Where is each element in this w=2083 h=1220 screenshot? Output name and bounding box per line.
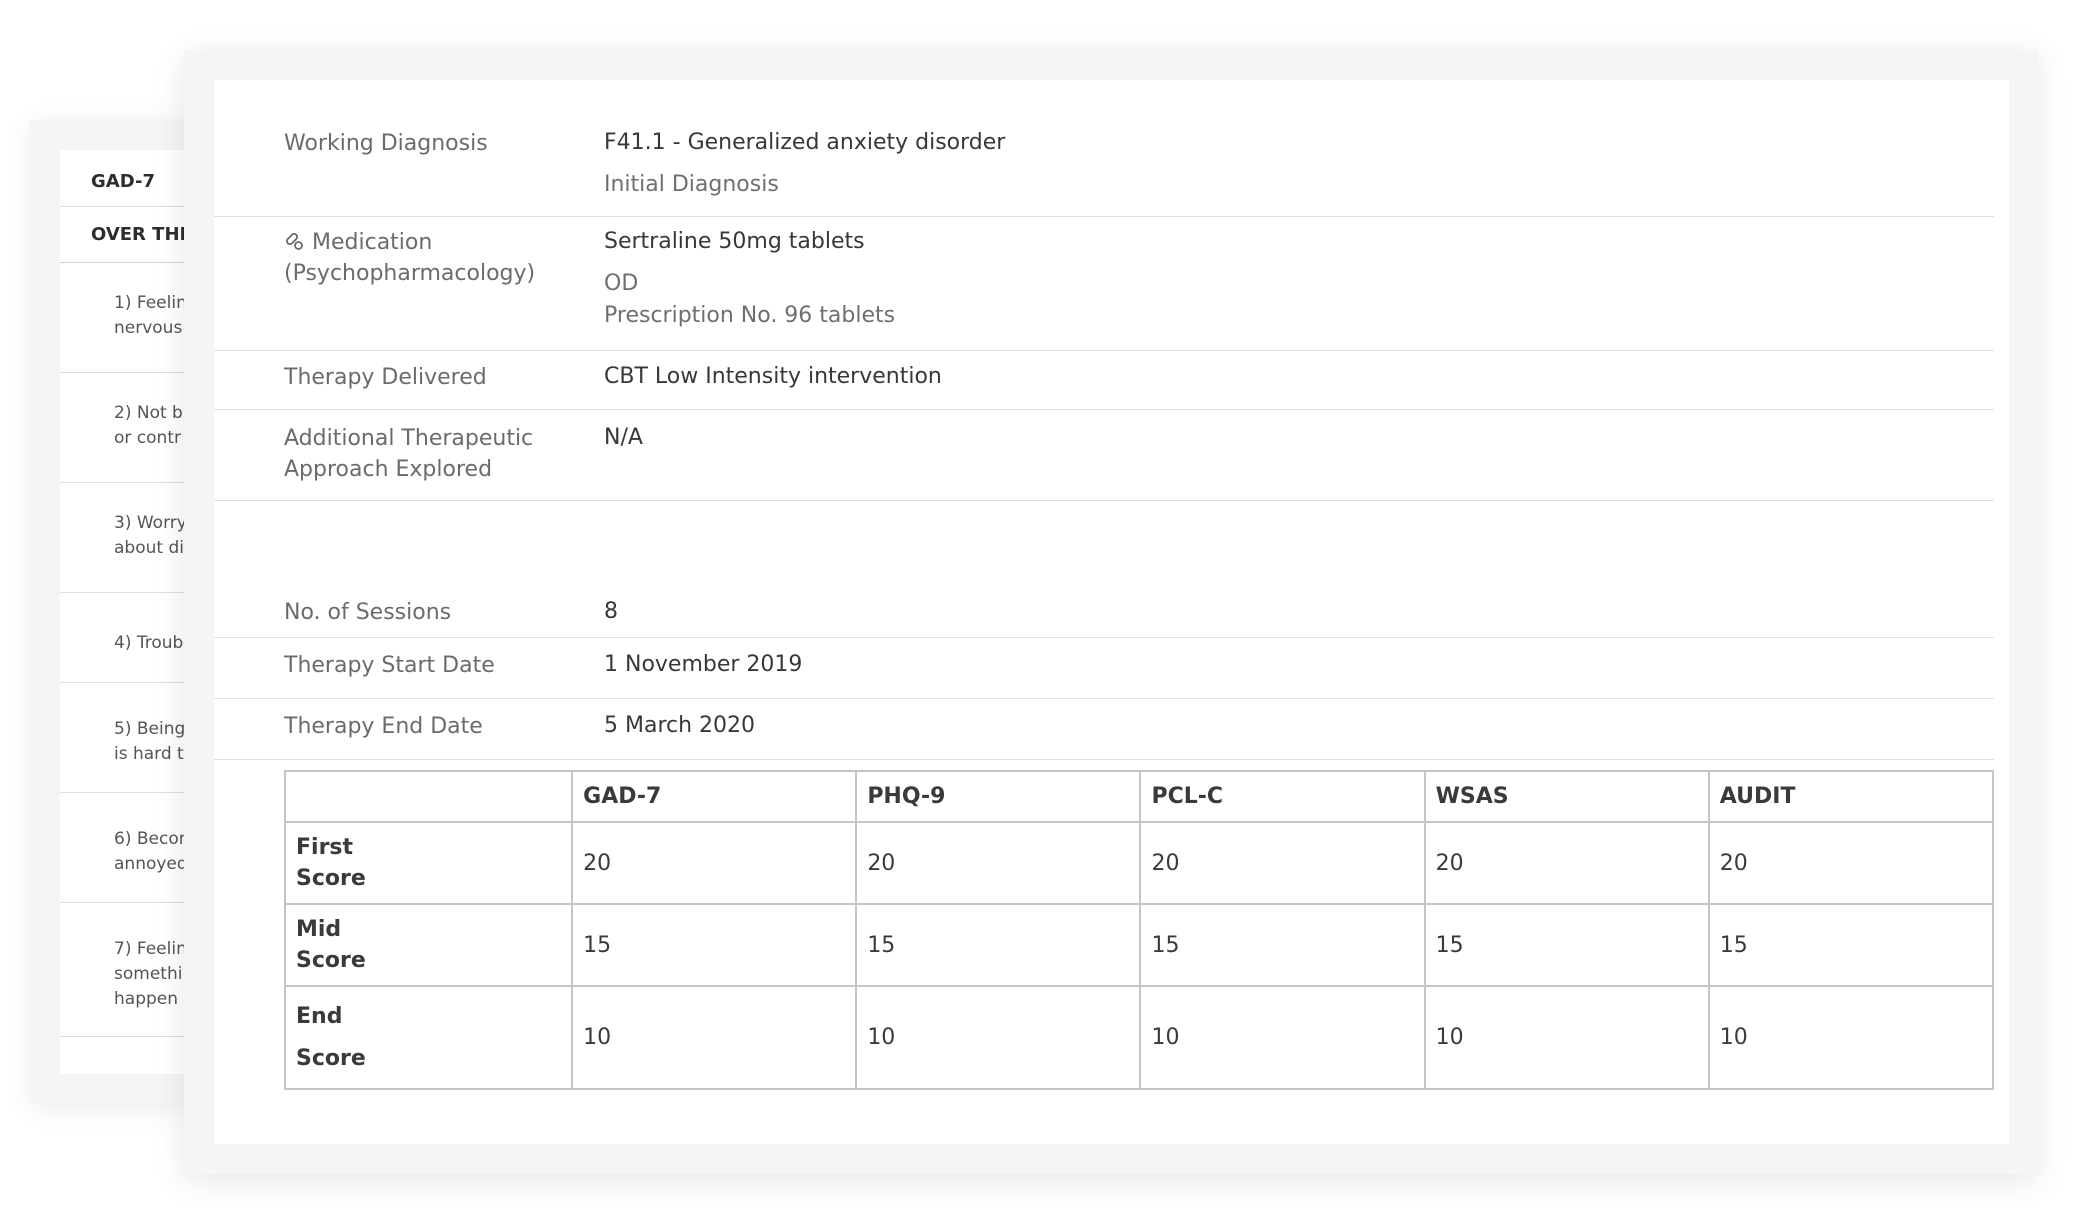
score-cell: 20 [855, 821, 1142, 905]
table-corner-cell [283, 770, 574, 823]
column-header: PCL-C [1139, 770, 1426, 823]
working-diagnosis-label: Working Diagnosis [284, 131, 488, 156]
working-diagnosis-value: F41.1 - Generalized anxiety disorder [604, 130, 1006, 155]
question-item: 7) Feelin somethi happen [60, 903, 190, 1037]
question-text: nervous [114, 318, 183, 338]
table-row: End Score 10 10 10 10 10 [283, 985, 1995, 1090]
score-cell: 15 [855, 903, 1142, 987]
medication-label-subtext: (Psychopharmacology) [284, 261, 536, 286]
additional-approach-value: N/A [604, 425, 643, 450]
therapy-summary-card: Working Diagnosis F41.1 - Generalized an… [184, 50, 2038, 1174]
question-text: 2) Not b [114, 403, 183, 423]
table-row: First Score 20 20 20 20 20 [283, 821, 1995, 905]
question-item: 1) Feelin nervous [60, 263, 190, 373]
question-text: somethi [114, 964, 183, 984]
additional-approach-label-line: Additional Therapeutic [284, 426, 534, 451]
pill-icon [285, 232, 303, 250]
row-header-text: End [296, 1003, 343, 1029]
diagnosis-note: Initial Diagnosis [604, 172, 779, 197]
column-header: AUDIT [1707, 770, 1995, 823]
column-header: WSAS [1423, 770, 1710, 823]
sessions-row: No. of Sessions 8 [214, 501, 1994, 638]
score-cell: 20 [571, 821, 858, 905]
therapy-summary-panel: Working Diagnosis F41.1 - Generalized an… [214, 80, 2009, 1144]
additional-approach-label: Additional Therapeutic Approach Explored [284, 423, 533, 485]
question-text: happen [114, 989, 179, 1009]
therapy-delivered-value: CBT Low Intensity intervention [604, 364, 942, 389]
question-text: is hard t [114, 744, 184, 764]
therapy-delivered-label: Therapy Delivered [284, 365, 487, 390]
question-item: 3) Worry about di [60, 483, 190, 593]
row-header-text: First [296, 835, 354, 860]
medication-frequency: OD [604, 271, 639, 296]
additional-approach-label-line: Approach Explored [284, 457, 493, 482]
row-header: End Score [283, 985, 574, 1090]
sessions-value: 8 [604, 599, 618, 624]
score-cell: 20 [1707, 821, 1995, 905]
question-item: 2) Not b or contr [60, 373, 190, 483]
question-text: or contr [114, 428, 181, 448]
therapy-start-date-row: Therapy Start Date 1 November 2019 [214, 638, 1994, 699]
score-cell: 15 [1707, 903, 1995, 987]
question-item: 5) Being is hard t [60, 683, 190, 793]
question-text: 6) Becon [114, 829, 190, 849]
table-header-row: GAD-7 PHQ-9 PCL-C WSAS AUDIT [283, 770, 1995, 823]
outcome-scores-table: GAD-7 PHQ-9 PCL-C WSAS AUDIT First Score… [283, 770, 1995, 1090]
medication-label-text: Medication [312, 230, 433, 255]
questionnaire-title: GAD-7 [60, 150, 190, 207]
score-cell: 15 [571, 903, 858, 987]
row-header-text: Mid [296, 917, 342, 942]
column-header: PHQ-9 [855, 770, 1142, 823]
therapy-end-date-value: 5 March 2020 [604, 713, 756, 738]
score-cell: 10 [1707, 985, 1995, 1090]
medication-value: Sertraline 50mg tablets [604, 229, 865, 254]
score-cell: 20 [1139, 821, 1426, 905]
question-item: 4) Troub [60, 593, 190, 683]
row-header: Mid Score [283, 903, 574, 987]
gad7-questionnaire-panel: GAD-7 OVER THE 1) Feelin nervous 2) Not … [60, 150, 190, 1074]
row-header-text: Score [296, 1045, 366, 1071]
column-header: GAD-7 [571, 770, 858, 823]
question-item: 6) Becon annoyed [60, 793, 190, 903]
gad7-questionnaire-card: GAD-7 OVER THE 1) Feelin nervous 2) Not … [30, 120, 190, 1104]
medication-label: Medication (Psychopharmacology) [284, 227, 535, 289]
score-cell: 20 [1423, 821, 1710, 905]
score-cell: 15 [1139, 903, 1426, 987]
table-row: Mid Score 15 15 15 15 15 [283, 903, 1995, 987]
therapy-end-date-row: Therapy End Date 5 March 2020 [214, 699, 1994, 760]
therapy-end-date-label: Therapy End Date [284, 714, 483, 739]
additional-approach-row: Additional Therapeutic Approach Explored… [214, 410, 1994, 501]
therapy-start-date-value: 1 November 2019 [604, 652, 803, 677]
question-text: about di [114, 538, 184, 558]
prescription-quantity: Prescription No. 96 tablets [604, 303, 896, 328]
therapy-start-date-label: Therapy Start Date [284, 653, 495, 678]
score-cell: 15 [1423, 903, 1710, 987]
sessions-label: No. of Sessions [284, 600, 452, 625]
row-header: First Score [283, 821, 574, 905]
score-cell: 10 [1139, 985, 1426, 1090]
question-text: 4) Troub [114, 633, 184, 653]
question-text: annoyed [114, 854, 188, 874]
working-diagnosis-row: Working Diagnosis F41.1 - Generalized an… [214, 80, 1994, 217]
medication-row: Medication (Psychopharmacology) Sertrali… [214, 217, 1994, 351]
question-text: 7) Feelin [114, 939, 187, 959]
score-cell: 10 [571, 985, 858, 1090]
question-text: 3) Worry [114, 513, 187, 533]
question-text: 5) Being [114, 719, 186, 739]
score-cell: 10 [1423, 985, 1710, 1090]
score-cell: 10 [855, 985, 1142, 1090]
question-text: 1) Feelin [114, 293, 187, 313]
row-header-text: Score [296, 948, 366, 973]
therapy-delivered-row: Therapy Delivered CBT Low Intensity inte… [214, 351, 1994, 410]
questionnaire-subtitle: OVER THE [60, 207, 190, 263]
row-header-text: Score [296, 866, 366, 891]
